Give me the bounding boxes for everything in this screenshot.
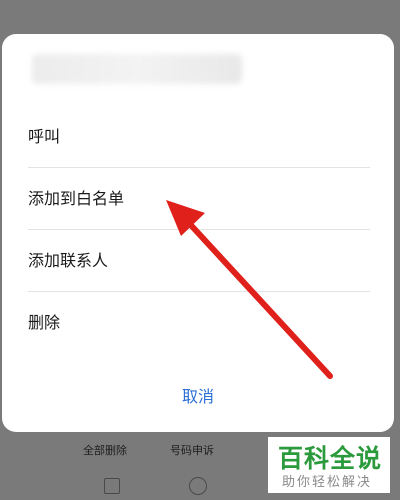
delete-all-icon (102, 434, 108, 440)
cancel-button[interactable]: 取消 (2, 377, 394, 417)
recents-square-icon (104, 478, 120, 494)
number-appeal-label: 号码申诉 (170, 444, 214, 457)
number-appeal-icon (189, 434, 195, 440)
menu-item-call[interactable]: 呼叫 (28, 106, 370, 167)
watermark-title: 百科全说 (278, 444, 383, 473)
menu-item-add-contact[interactable]: 添加联系人 (28, 230, 370, 291)
delete-all-label: 全部删除 (83, 444, 127, 457)
menu-item-add-to-whitelist[interactable]: 添加到白名单 (28, 168, 370, 229)
watermark-logo: 百科全说 助你轻松解决 (268, 437, 390, 493)
watermark-subtitle: 助你轻松解决 (282, 475, 373, 490)
screen: 全部删除 号码申诉 呼叫 添加到白名单 添加联系人 删除 取消 百科全说 助你轻… (0, 0, 400, 500)
home-circle-icon (189, 477, 207, 495)
menu-item-delete[interactable]: 删除 (28, 292, 370, 353)
number-appeal-tool: 号码申诉 (147, 434, 237, 458)
delete-all-tool: 全部删除 (60, 434, 150, 458)
dialog-title-blurred (32, 54, 242, 84)
context-menu-dialog: 呼叫 添加到白名单 添加联系人 删除 取消 (2, 34, 394, 432)
